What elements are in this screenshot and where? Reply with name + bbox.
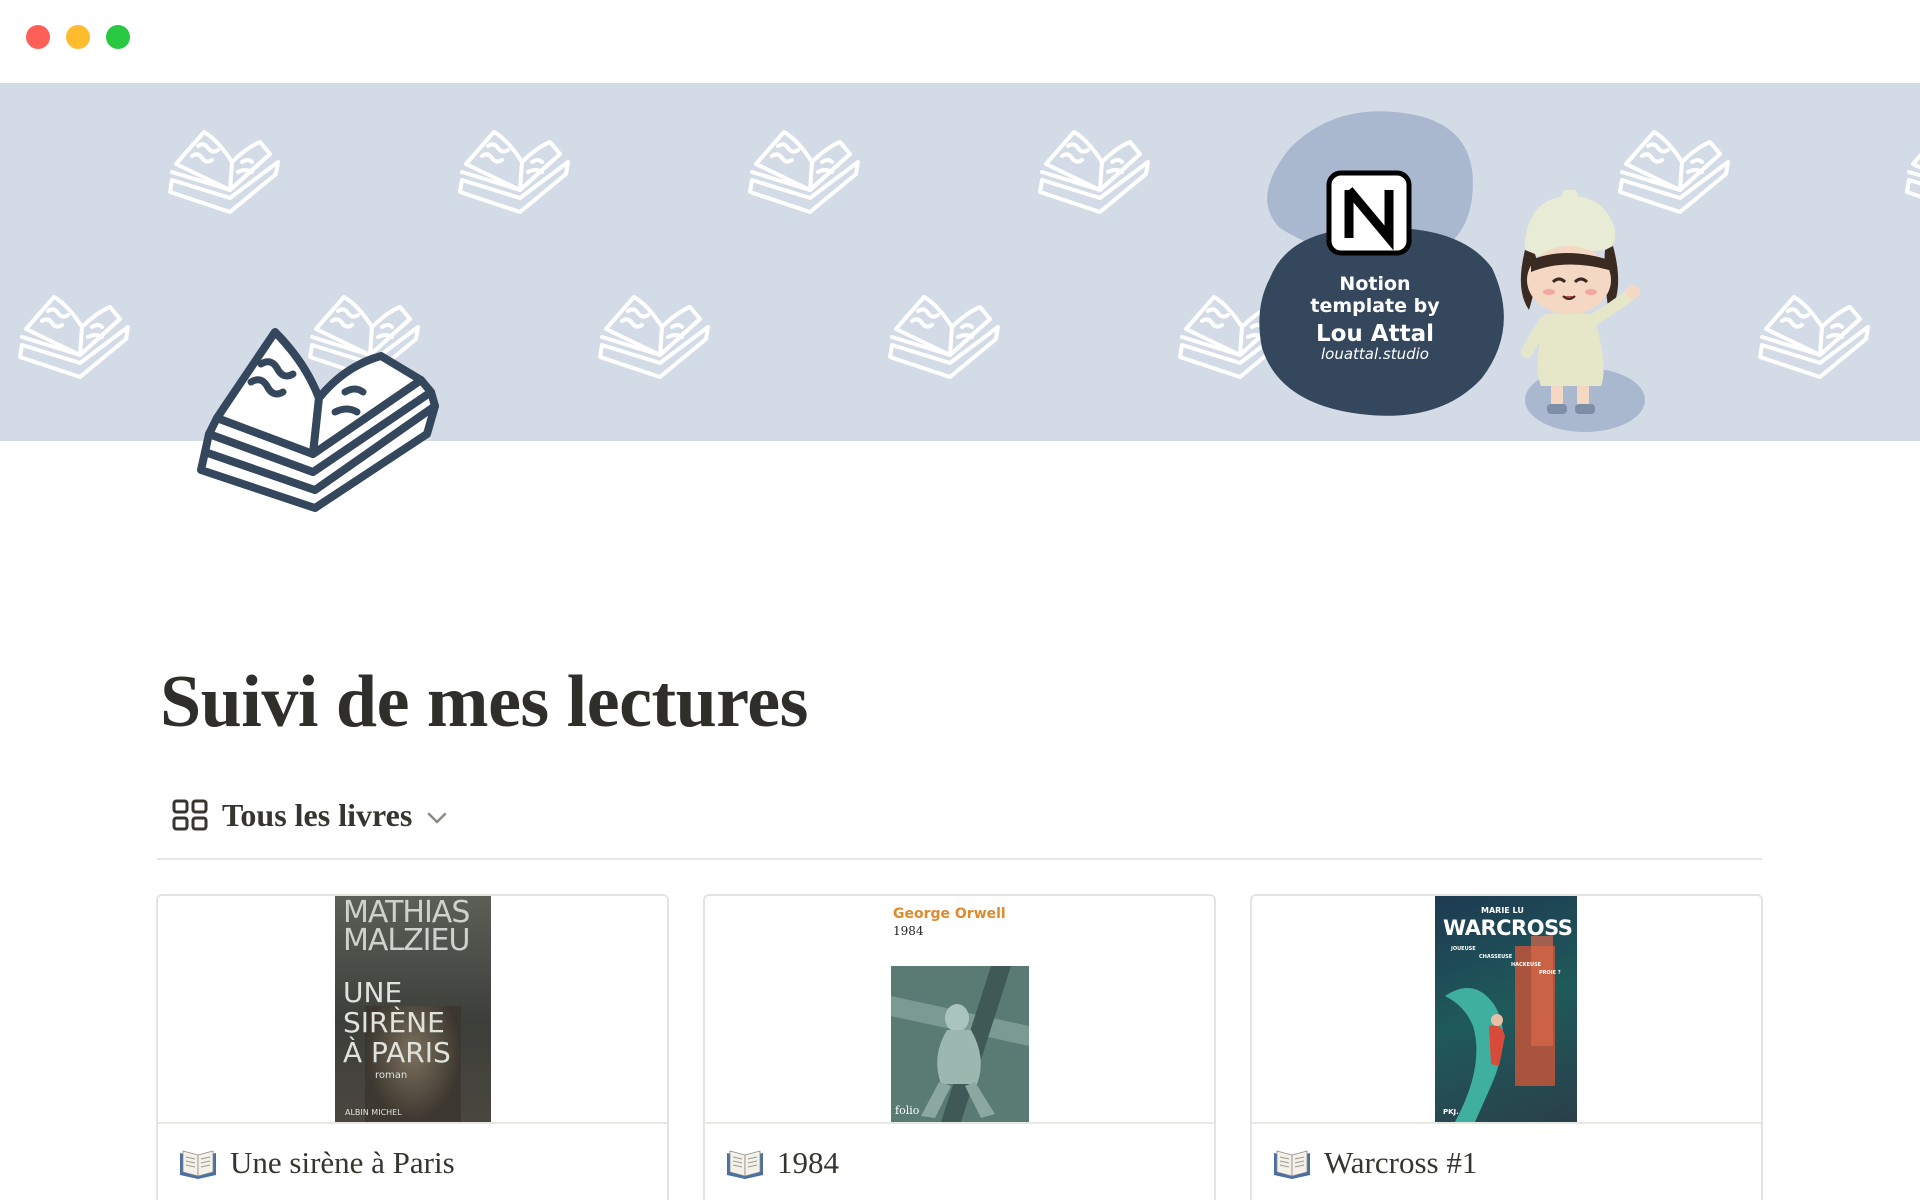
- cover-publisher: ALBIN MICHEL: [345, 1108, 402, 1117]
- book-cover-image: MATHIAS MALZIEU UNE SIRÈNE À PARIS roman…: [335, 896, 491, 1122]
- card-title: Une sirène à Paris: [230, 1145, 455, 1180]
- minimize-window-button[interactable]: [66, 25, 90, 49]
- view-tab-tous-les-livres[interactable]: Tous les livres: [172, 790, 448, 840]
- cover-genre: roman: [375, 1070, 408, 1081]
- window-titlebar: [0, 0, 1920, 83]
- badge-line-website: louattal.studio: [1320, 345, 1429, 363]
- card-title-row: Une sirène à Paris: [178, 1142, 455, 1184]
- cover-author: MARIE LU: [1481, 906, 1524, 915]
- card-cover-area: MATHIAS MALZIEU UNE SIRÈNE À PARIS roman…: [158, 896, 667, 1124]
- cover-title-line: SIRÈNE: [343, 1006, 445, 1039]
- pattern-book-icon: [598, 295, 710, 379]
- cover-art-figure: [891, 966, 1029, 1122]
- card-title: Warcross #1: [1324, 1145, 1478, 1180]
- pattern-book-icon: [1905, 130, 1920, 214]
- cover-publisher: folio: [895, 1104, 920, 1117]
- cover-title-line: UNE: [343, 976, 403, 1009]
- book-cover-image: George Orwell 1984 folio: [889, 896, 1031, 1122]
- pattern-book-icon: [18, 295, 130, 379]
- close-window-button[interactable]: [26, 25, 50, 49]
- gallery-card-book[interactable]: George Orwell 1984 folio 1984: [703, 894, 1216, 1200]
- maximize-window-button[interactable]: [106, 25, 130, 49]
- cover-title: 1984: [893, 924, 924, 938]
- cover-title: WARCROSS: [1443, 916, 1573, 940]
- page-title[interactable]: Suivi de mes lectures: [160, 652, 808, 752]
- notion-logo-icon: [1326, 170, 1412, 256]
- page-icon-open-book[interactable]: [195, 322, 445, 512]
- open-book-icon: [727, 1150, 763, 1179]
- card-title: 1984: [777, 1145, 839, 1180]
- pattern-book-icon: [1038, 130, 1150, 214]
- cover-art-runner: [1445, 936, 1555, 1122]
- badge-line-template-by: template by: [1310, 295, 1440, 317]
- view-label: Tous les livres: [222, 796, 413, 833]
- pattern-book-icon: [748, 130, 860, 214]
- notion-template-badge: [1259, 111, 1504, 416]
- badge-line-author: Lou Attal: [1315, 321, 1435, 347]
- cover-tagline: PROIE ?: [1539, 970, 1561, 976]
- open-book-icon: [1274, 1150, 1310, 1179]
- avatar-character-illustration: [1520, 190, 1645, 432]
- cover-tagline: HACKEUSE: [1511, 962, 1542, 968]
- pattern-book-icon: [458, 130, 570, 214]
- cover-tagline: CHASSEUSE: [1479, 954, 1513, 960]
- card-cover-area: MARIE LU WARCROSS JOUEUSE CHASSEUSE HACK…: [1252, 896, 1761, 1124]
- gallery-card-book[interactable]: MARIE LU WARCROSS JOUEUSE CHASSEUSE HACK…: [1250, 894, 1763, 1200]
- cover-author: George Orwell: [893, 906, 1006, 922]
- card-title-row: Warcross #1: [1272, 1142, 1477, 1184]
- cover-title-line: À PARIS: [343, 1036, 451, 1069]
- badge-line-notion: Notion: [1339, 273, 1411, 295]
- chevron-down-icon[interactable]: [426, 811, 448, 825]
- cover-tagline: JOUEUSE: [1451, 946, 1476, 952]
- gallery-grid-icon: [172, 799, 208, 831]
- open-book-icon: [180, 1150, 216, 1179]
- view-divider: [157, 858, 1762, 860]
- pattern-book-icon: [168, 130, 280, 214]
- cover-author-line: MALZIEU: [343, 923, 470, 958]
- card-cover-area: George Orwell 1984 folio: [705, 896, 1214, 1124]
- pattern-book-icon: [888, 295, 1000, 379]
- card-title-row: 1984: [725, 1142, 839, 1184]
- book-cover-image: MARIE LU WARCROSS JOUEUSE CHASSEUSE HACK…: [1435, 896, 1577, 1122]
- cover-publisher: PKJ.: [1443, 1108, 1459, 1116]
- gallery-card-book[interactable]: MATHIAS MALZIEU UNE SIRÈNE À PARIS roman…: [156, 894, 669, 1200]
- pattern-book-icon: [1758, 295, 1870, 379]
